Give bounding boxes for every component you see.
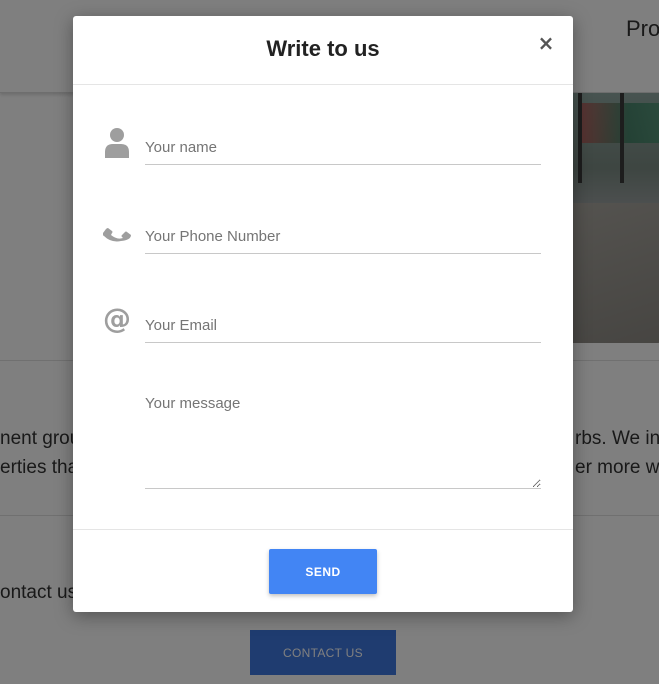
name-field-row: [73, 121, 573, 181]
email-field-row: @: [73, 299, 573, 359]
name-input[interactable]: [145, 131, 541, 165]
email-input[interactable]: [145, 309, 541, 343]
write-to-us-modal: Write to us × @ SEND: [73, 16, 573, 612]
phone-field-row: [73, 210, 573, 270]
modal-header: Write to us ×: [73, 16, 573, 85]
message-textarea[interactable]: [145, 391, 541, 489]
modal-footer: SEND: [73, 529, 573, 613]
phone-icon: [103, 228, 131, 242]
at-sign-icon: @: [103, 302, 131, 334]
modal-title: Write to us: [266, 36, 380, 61]
phone-input[interactable]: [145, 220, 541, 254]
svg-text:@: @: [103, 302, 131, 334]
send-button[interactable]: SEND: [269, 549, 377, 594]
user-icon: [105, 128, 129, 158]
close-icon[interactable]: ×: [536, 33, 556, 53]
